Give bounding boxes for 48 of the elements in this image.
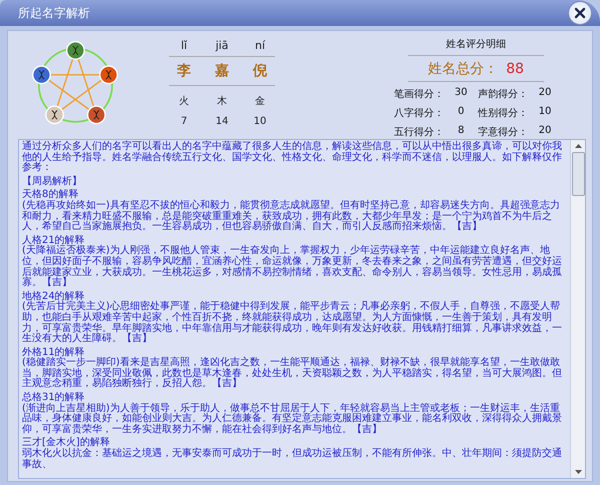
section-paragraph: (先稳再攻始终如一)具有坚忍不拔的恒心和毅力，能贯彻意志成就愿望。但有时坚持己意，却容易迷失方向。具超强意志力和耐力，看来精力旺盛不服输，总是能突破重重难关，获致成功，拥有此数，大都少年早发；是一个宁为鸡首不为牛后之人，希望自己当家施展抱负。一生容易成功，但也容易骄傲自满、自大，而引人反感而招来烦恼。【吉】 bbox=[22, 200, 561, 233]
name-character: 嘉 bbox=[214, 62, 230, 80]
section-title: 天格8的解释 bbox=[22, 190, 78, 200]
total-score-value: 88 bbox=[506, 61, 524, 77]
section-heading: 【周易解析】 bbox=[22, 176, 83, 188]
intro-paragraph: 通过分析众多人们的名字可以看出人的名字中蕴藏了很多人生的信息，解读这些信息，可以从中悟出很多真谛，可以对你我他的人生给予指导。姓名学融合传统五行文化、国学文化、性格文化、命理文化，科学而不迷信，以理服人。如下解释仅作参考： bbox=[22, 142, 563, 174]
element-text: 木 bbox=[216, 94, 228, 108]
name-character: 倪 bbox=[252, 62, 268, 80]
score-label: 笔画得分： bbox=[394, 88, 444, 101]
section-title: 三才[金木火]的解释 bbox=[22, 438, 110, 448]
stroke-count: 14 bbox=[214, 116, 230, 127]
score-label: 五行得分： bbox=[394, 126, 444, 139]
score-value: 8 bbox=[456, 125, 466, 138]
name-character: 李 bbox=[176, 62, 192, 80]
pinyin-text: ní bbox=[254, 39, 266, 52]
score-value: 30 bbox=[454, 87, 468, 100]
section-paragraph: (渐进向上吉星相助)为人善于领导，乐于助人，做事总不甘屈居于人下，年轻就容易当上主管或老板；一生财运丰，生活重品味，身体健康良好，如能创业则大吉。为人仁德兼备。有坚定意志能克服困难建立事业，能名利双收，深得得众人拥戴景仰，可享富贵荣华，一生务实进取努力不懈，能在社会得到好名声与地位。【吉】 bbox=[22, 404, 563, 436]
score-value: 0 bbox=[456, 106, 466, 119]
close-button[interactable] bbox=[568, 1, 592, 25]
total-score-label: 姓名总分： bbox=[428, 60, 498, 78]
score-title: 姓名评分明细 bbox=[408, 37, 544, 56]
scrollbar-thumb[interactable] bbox=[572, 152, 584, 196]
section-title: 总格31的解释 bbox=[22, 393, 85, 404]
section-title: 地格24的解释 bbox=[22, 292, 85, 302]
score-label: 八字得分： bbox=[394, 106, 444, 120]
score-label: 字意得分： bbox=[478, 126, 528, 139]
analysis-text-area[interactable] bbox=[18, 139, 586, 479]
window-title: 所起名字解析 bbox=[18, 4, 90, 22]
pinyin-text: jiā bbox=[214, 39, 230, 52]
score-label: 声韵得分： bbox=[478, 88, 528, 101]
stroke-count: 10 bbox=[252, 116, 268, 127]
score-value: 20 bbox=[538, 125, 552, 138]
section-paragraph: (稳健踏实一步一脚印)看来是吉星高照，逢凶化吉之数，一生能平顺通达，福禄、财禄不缺，很早就能享名望，一生敢做敢当，脚踏实地，深受同业敬佩，此数也是草木逢春，处处生机，天资聪颖之数，为人平稳踏实，得名望，当可大展鸿图。但主观意念稍重，易陷独断独行，反招人怨。【吉】 bbox=[22, 358, 563, 390]
element-text: 金 bbox=[254, 95, 266, 108]
scroll-down-icon[interactable] bbox=[574, 469, 582, 475]
section-paragraph: (先苦后甘完美主义)心思细密处事严谨，能于稳健中得到发展，能平步青云；凡事必亲躬，不假人手，自尊强，不愿受人帮助，也能白手从艰难辛苦中起家，个性百折不挠，终就能获得成功，达成愿望。为人方面慷慨，一生善于策划，具有发明力，可享富贵荣华。早年脚踏实地，中年靠信用与才能获得成功，晚年则有发达好收获。用钱精打细算，凡事讲求效益，一生没有大的人生障碍。【吉】 bbox=[22, 302, 563, 345]
element-text: 火 bbox=[178, 94, 190, 108]
section-title: 外格11的解释 bbox=[22, 348, 85, 358]
scroll-up-icon[interactable] bbox=[574, 143, 582, 149]
section-paragraph: (天降福运否极泰来)为人刚强，不服他人管束，一生奋发向上，掌握权力，少年运劳碌辛苦，中年运能建立良好名声、地位，但因好面子不服输，容易争风吃醋，宜涵养心性，命运就像，万象更新，冬去春来之象，之间虽有劳苦遭遇，但交好运后就能建家立业，大获成功。一生桃花运多，对感情不易控制情绪，喜欢支配、命令别人，容易当领导。女性忌用，易成孤寡。【吉】 bbox=[22, 246, 563, 289]
score-value: 20 bbox=[538, 87, 552, 100]
section-paragraph: 弱木化火以抗金：基础运之境遇，无事安泰而可成功于一时，但成功运被压制，不能有所伸张。中、壮年期间：须提防交通事故、 bbox=[22, 449, 563, 470]
score-value: 10 bbox=[538, 106, 552, 119]
score-label: 性别得分： bbox=[478, 106, 528, 120]
section-title: 人格21的解释 bbox=[22, 236, 85, 246]
scrollbar[interactable] bbox=[570, 140, 585, 478]
stroke-count: 7 bbox=[180, 116, 188, 127]
pinyin-text: lǐ bbox=[180, 39, 188, 52]
